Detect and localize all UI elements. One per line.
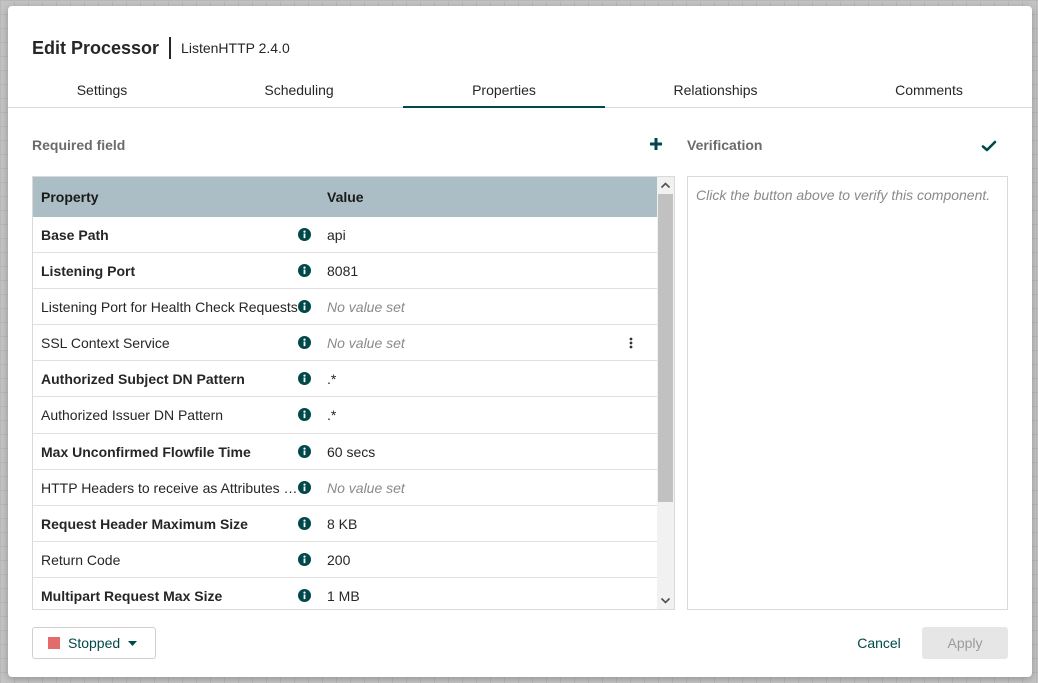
property-name: Request Header Maximum Size <box>41 515 248 532</box>
verification-placeholder: Click the button above to verify this co… <box>696 187 991 203</box>
property-name: Listening Port <box>41 263 136 280</box>
table-body: Base Path api Listening Port 8081 Listening … <box>33 217 657 609</box>
info-icon[interactable] <box>298 300 311 314</box>
property-value[interactable]: 1 MB <box>327 578 617 609</box>
info-icon[interactable] <box>298 372 311 386</box>
table-row[interactable]: Max Unconfirmed Flowfile Time 60 secs <box>33 434 657 470</box>
table-row[interactable]: Authorized Issuer DN Pattern .* <box>33 397 657 434</box>
info-icon[interactable] <box>298 228 311 241</box>
scrollbar-thumb[interactable] <box>658 194 673 502</box>
verification-label: Verification <box>687 137 763 153</box>
info-icon[interactable] <box>298 588 311 602</box>
property-value[interactable]: No value set <box>327 470 617 506</box>
checkmark-icon[interactable] <box>981 138 997 154</box>
property-name: Base Path <box>41 227 109 243</box>
tab-settings[interactable]: Settings <box>8 76 196 108</box>
property-value[interactable]: .* <box>327 397 617 433</box>
cancel-button[interactable]: Cancel <box>844 627 914 659</box>
table-header: Property Value <box>33 177 657 217</box>
title-divider <box>169 37 172 59</box>
property-value[interactable]: 8081 <box>327 253 617 289</box>
table-row[interactable]: Listening Port for Health Check Requests… <box>33 289 657 326</box>
stopped-icon <box>48 637 60 649</box>
property-value[interactable]: 8 KB <box>327 506 617 542</box>
table-row[interactable]: Authorized Subject DN Pattern .* <box>33 361 657 398</box>
tab-properties[interactable]: Properties <box>403 76 605 108</box>
tab-comments[interactable]: Comments <box>826 76 1032 108</box>
table-row[interactable]: Base Path api <box>33 217 657 254</box>
edit-processor-dialog: Edit Processor ListenHTTP 2.4.0 Settings… <box>8 6 1032 677</box>
tab-bar: Settings Scheduling Properties Relations… <box>8 76 1032 108</box>
table-scrollbar[interactable] <box>657 177 674 609</box>
dialog-header: Edit Processor ListenHTTP 2.4.0 <box>32 36 290 60</box>
properties-table: Property Value Base Path api Listening Por… <box>32 176 675 610</box>
run-status-label: Stopped <box>68 635 121 651</box>
column-header-value[interactable]: Value <box>327 177 364 217</box>
property-name: Multipart Request Max Size <box>41 587 223 604</box>
info-icon[interactable] <box>298 408 311 422</box>
info-icon[interactable] <box>298 336 311 350</box>
property-value[interactable]: No value set <box>327 325 617 361</box>
tab-relationships[interactable]: Relationships <box>605 76 826 108</box>
info-icon[interactable] <box>298 516 311 530</box>
info-icon[interactable] <box>298 444 311 458</box>
property-name: Return Code <box>41 551 121 568</box>
table-row[interactable]: HTTP Headers to receive as Attributes (R… <box>33 470 657 506</box>
property-name: Authorized Subject DN Pattern <box>41 371 245 388</box>
tab-scheduling[interactable]: Scheduling <box>196 76 402 108</box>
table-row[interactable]: SSL Context Service No value set <box>33 325 657 362</box>
more-options-icon[interactable] <box>627 336 635 350</box>
processor-type-label: ListenHTTP 2.4.0 <box>181 40 290 56</box>
verification-panel: Click the button above to verify this co… <box>687 176 1008 610</box>
property-value[interactable]: 60 secs <box>327 434 617 470</box>
property-name: Authorized Issuer DN Pattern <box>41 407 224 424</box>
property-value[interactable]: No value set <box>327 289 617 325</box>
scroll-up-arrow-icon[interactable] <box>657 177 674 194</box>
scroll-down-arrow-icon[interactable] <box>657 592 674 609</box>
property-name: Max Unconfirmed Flowfile Time <box>41 443 251 460</box>
table-row[interactable]: Listening Port 8081 <box>33 253 657 290</box>
property-value[interactable]: 200 <box>327 542 617 578</box>
info-icon[interactable] <box>298 264 311 278</box>
table-row[interactable]: Return Code 200 <box>33 542 657 578</box>
info-icon[interactable] <box>298 552 311 566</box>
required-field-label: Required field <box>32 137 126 153</box>
dialog-title: Edit Processor <box>32 37 160 58</box>
table-row[interactable]: Request Header Maximum Size 8 KB <box>33 506 657 542</box>
property-name: Listening Port for Health Check Requests <box>41 299 298 316</box>
property-value[interactable]: api <box>327 217 617 253</box>
run-status-button[interactable]: Stopped <box>32 627 156 659</box>
property-name: HTTP Headers to receive as Attributes (R… <box>41 479 299 496</box>
info-icon[interactable] <box>298 480 311 494</box>
property-value[interactable]: .* <box>327 361 617 397</box>
property-name: SSL Context Service <box>41 335 170 352</box>
plus-icon[interactable] <box>647 135 665 153</box>
column-header-property[interactable]: Property <box>41 177 99 217</box>
caret-down-icon <box>128 640 138 646</box>
table-row[interactable]: Multipart Request Max Size 1 MB <box>33 578 657 609</box>
apply-button[interactable]: Apply <box>922 627 1008 659</box>
